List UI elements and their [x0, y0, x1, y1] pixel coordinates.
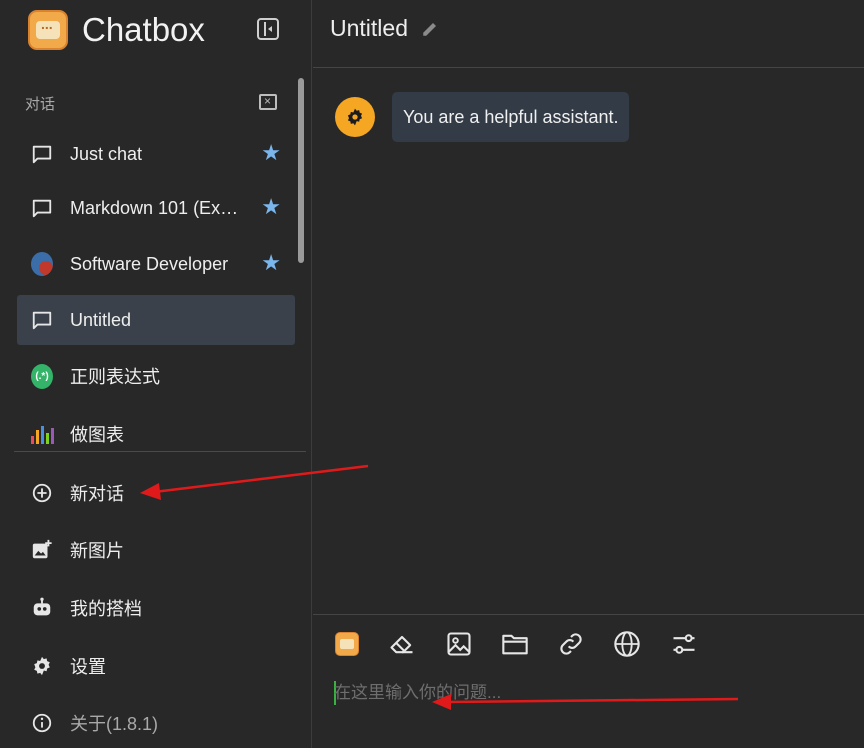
regex-icon: (.*): [31, 363, 53, 389]
gear-icon: [31, 655, 53, 677]
menu-label: 新图片: [70, 541, 124, 561]
chat-label: Untitled: [70, 309, 132, 330]
clear-conversations-icon[interactable]: [259, 94, 277, 110]
chat-label: Just chat: [70, 143, 143, 164]
chat-bubble-icon: [31, 143, 53, 165]
chat-label: 做图表: [70, 425, 124, 445]
collapse-sidebar-icon[interactable]: [257, 18, 279, 40]
add-circle-icon: [31, 482, 53, 504]
chat-label: 正则表达式: [70, 367, 160, 387]
menu-label: 新对话: [70, 484, 124, 504]
settings-button[interactable]: 设置: [31, 649, 106, 683]
chat-bubble-icon: [31, 197, 53, 219]
image-icon[interactable]: [444, 629, 474, 659]
new-image-button[interactable]: 新图片: [31, 533, 124, 567]
app-name: Chatbox: [82, 11, 205, 48]
developer-avatar-icon: [31, 252, 53, 276]
edit-icon[interactable]: [421, 20, 439, 38]
sidebar-divider: [14, 451, 306, 452]
add-image-icon: [31, 539, 53, 561]
menu-label: 设置: [70, 657, 106, 677]
menu-label: 我的搭档: [70, 599, 142, 619]
my-partners-button[interactable]: 我的搭档: [31, 591, 142, 625]
chat-label: Software Developer: [70, 253, 229, 274]
chat-item-markdown-101[interactable]: Markdown 101 (Example) ★: [17, 183, 295, 233]
chatbox-logo-icon: [28, 10, 68, 50]
sidebar: Chatbox 对话 Just chat ★ Markdown 101 (Exa…: [0, 0, 312, 748]
conversations-section-label: 对话: [25, 96, 56, 113]
system-message: You are a helpful assistant.: [392, 92, 630, 142]
menu-label: 关于(1.8.1): [70, 714, 159, 734]
title-bar: Untitled: [313, 0, 864, 68]
chat-label: Markdown 101 (Example): [70, 197, 248, 218]
robot-icon: [31, 597, 53, 619]
chat-item-just-chat[interactable]: Just chat ★: [17, 129, 295, 179]
settings-sliders-icon[interactable]: [669, 629, 699, 659]
chat-bubble-icon: [31, 309, 53, 331]
about-button[interactable]: 关于(1.8.1): [31, 706, 158, 740]
star-icon[interactable]: ★: [261, 142, 281, 164]
message-input[interactable]: [334, 679, 834, 707]
sidebar-scrollbar[interactable]: [298, 78, 304, 263]
eraser-icon[interactable]: [387, 629, 417, 659]
globe-icon[interactable]: [612, 629, 642, 659]
chat-item-software-developer[interactable]: Software Developer ★: [17, 239, 295, 289]
brand: Chatbox: [28, 10, 205, 50]
star-icon[interactable]: ★: [261, 196, 281, 218]
new-chat-button[interactable]: 新对话: [31, 476, 124, 510]
input-area: [313, 614, 864, 748]
chart-icon: [30, 423, 54, 445]
chat-item-untitled[interactable]: Untitled: [17, 295, 295, 345]
system-avatar-gear-icon: [335, 97, 375, 137]
link-icon[interactable]: [556, 629, 586, 659]
chatbox-icon[interactable]: [332, 629, 362, 659]
conversation-title: Untitled: [330, 15, 408, 41]
folder-icon[interactable]: [500, 629, 530, 659]
main-panel: Untitled You are a helpful assistant.: [313, 0, 864, 748]
star-icon[interactable]: ★: [261, 252, 281, 274]
chat-item-regex[interactable]: (.*) 正则表达式: [17, 351, 295, 401]
info-icon: [31, 712, 53, 734]
